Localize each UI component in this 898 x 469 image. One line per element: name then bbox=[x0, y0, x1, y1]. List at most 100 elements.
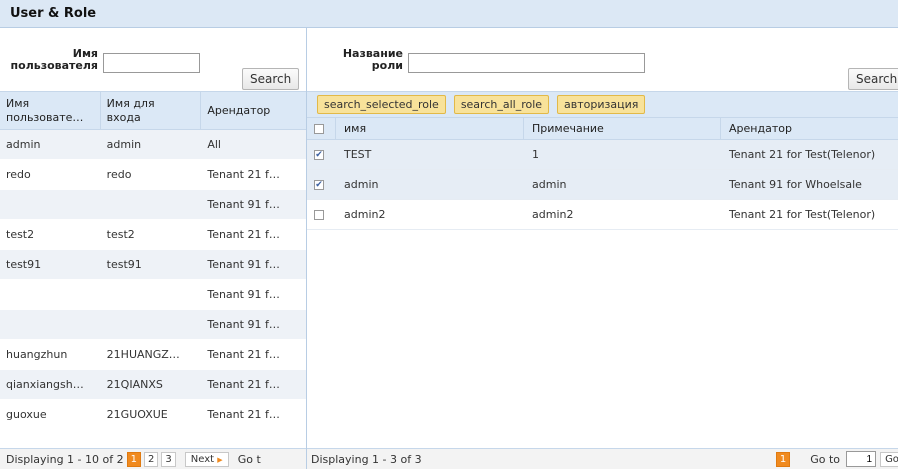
cell-tenant: Tenant 21 f… bbox=[207, 228, 280, 241]
column-header-role-name[interactable]: имя bbox=[336, 118, 524, 139]
cell-role-name: admin2 bbox=[344, 208, 386, 221]
column-header-remark[interactable]: Примечание bbox=[524, 118, 721, 139]
role-pager-display: Displaying 1 - 3 of 3 bbox=[311, 452, 422, 466]
row-checkbox[interactable]: ✔ bbox=[314, 150, 324, 160]
cell-login: 21GUOXUE bbox=[106, 408, 168, 421]
cell-login: 21QIANXS bbox=[106, 378, 163, 391]
cell-username bbox=[0, 310, 101, 339]
table-row[interactable]: test2 test2 Tenant 21 f… bbox=[0, 220, 306, 250]
cell-role-tenant: Tenant 21 for Test(Telenor) bbox=[729, 148, 876, 161]
table-row[interactable]: Tenant 91 f… bbox=[0, 190, 306, 220]
role-toolbar: search_selected_role search_all_role авт… bbox=[307, 92, 898, 118]
cell-role-name: admin bbox=[344, 178, 379, 191]
user-pager: Displaying 1 - 10 of 2 123 Next ▶ Go t bbox=[0, 448, 306, 469]
row-checkbox[interactable] bbox=[314, 210, 324, 220]
row-checkbox-cell: ✔ bbox=[307, 170, 336, 199]
column-header-username[interactable]: Имя пользовате… bbox=[0, 92, 101, 129]
cell-username: qianxiangsh… bbox=[6, 378, 84, 391]
role-table-header: имя Примечание Арендатор bbox=[307, 118, 898, 140]
user-table-header: Имя пользовате… Имя для входа Арендатор bbox=[0, 92, 306, 130]
goto-page-input[interactable] bbox=[846, 451, 876, 467]
role-name-input[interactable] bbox=[408, 53, 645, 73]
role-filter-bar: Название роли Search bbox=[307, 28, 898, 92]
window-title: User & Role bbox=[0, 0, 898, 28]
cell-username: guoxue bbox=[6, 408, 47, 421]
next-page-button[interactable]: Next ▶ bbox=[184, 451, 229, 467]
cell-username bbox=[0, 190, 101, 219]
table-row[interactable]: redo redo Tenant 21 f… bbox=[0, 160, 306, 190]
user-search-button[interactable]: Search bbox=[242, 68, 300, 90]
search-selected-role-button[interactable]: search_selected_role bbox=[317, 95, 446, 114]
role-pager: Displaying 1 - 3 of 3 1 Go to Go bbox=[307, 448, 898, 469]
user-panel: Имя пользователя Search Имя пользовате… … bbox=[0, 28, 307, 469]
table-row[interactable]: huangzhun 21HUANGZ… Tenant 21 f… bbox=[0, 340, 306, 370]
cell-tenant: Tenant 21 f… bbox=[207, 348, 280, 361]
page-button[interactable]: 3 bbox=[161, 451, 176, 467]
user-name-input[interactable] bbox=[103, 53, 200, 73]
cell-tenant: Tenant 91 f… bbox=[207, 318, 280, 331]
role-name-label: Название роли bbox=[342, 47, 403, 72]
cell-username: huangzhun bbox=[6, 348, 68, 361]
search-all-role-button[interactable]: search_all_role bbox=[453, 95, 550, 114]
cell-username: redo bbox=[6, 168, 31, 181]
arrow-right-icon: ▶ bbox=[217, 455, 223, 464]
cell-tenant: Tenant 91 f… bbox=[207, 288, 280, 301]
role-table-body: ✔ TEST 1 Tenant 21 for Test(Telenor) ✔ admin a… bbox=[307, 140, 898, 230]
user-table-body: admin admin All redo redo Tenant 21 f… Tenant … bbox=[0, 130, 306, 430]
table-row[interactable]: ✔ admin admin Tenant 91 for Whoelsale bbox=[307, 170, 898, 200]
table-row[interactable]: guoxue 21GUOXUE Tenant 21 f… bbox=[0, 400, 306, 430]
cell-role-tenant: Tenant 21 for Test(Telenor) bbox=[729, 208, 876, 221]
row-checkbox-cell bbox=[307, 200, 336, 229]
role-search-button[interactable]: Search bbox=[848, 68, 898, 90]
cell-tenant: Tenant 21 f… bbox=[207, 378, 280, 391]
cell-tenant: Tenant 21 f… bbox=[207, 168, 280, 181]
user-filter-bar: Имя пользователя Search bbox=[0, 28, 306, 92]
table-row[interactable]: admin2 admin2 Tenant 21 for Test(Telenor) bbox=[307, 200, 898, 230]
cell-role-tenant: Tenant 91 for Whoelsale bbox=[729, 178, 862, 191]
cell-remark: admin bbox=[532, 178, 567, 191]
cell-remark: 1 bbox=[532, 148, 539, 161]
cell-username: test2 bbox=[6, 228, 35, 241]
column-header-login[interactable]: Имя для входа bbox=[101, 92, 202, 129]
role-page-button[interactable]: 1 bbox=[775, 451, 791, 467]
table-row[interactable]: ✔ TEST 1 Tenant 21 for Test(Telenor) bbox=[307, 140, 898, 170]
cell-login: admin bbox=[106, 138, 142, 151]
go-button[interactable]: Go bbox=[880, 451, 898, 467]
column-header-tenant[interactable]: Арендатор bbox=[201, 92, 306, 129]
cell-tenant: Tenant 91 f… bbox=[207, 198, 280, 211]
authorization-button[interactable]: авторизация bbox=[557, 95, 646, 114]
cell-login: 21HUANGZ… bbox=[106, 348, 180, 361]
cell-tenant: All bbox=[207, 138, 221, 151]
select-all-checkbox[interactable] bbox=[314, 124, 324, 134]
role-panel: Название роли Search search_selected_rol… bbox=[307, 28, 898, 469]
cell-tenant: Tenant 21 f… bbox=[207, 408, 280, 421]
cell-tenant: Tenant 91 f… bbox=[207, 258, 280, 271]
user-name-label: Имя пользователя bbox=[10, 47, 98, 72]
column-header-role-tenant[interactable]: Арендатор bbox=[721, 118, 898, 139]
row-checkbox[interactable]: ✔ bbox=[314, 180, 324, 190]
cell-login bbox=[101, 310, 202, 339]
user-pager-goto: Go t bbox=[237, 452, 261, 466]
page-button[interactable]: 2 bbox=[143, 451, 159, 467]
cell-username: admin bbox=[6, 138, 41, 151]
cell-role-name: TEST bbox=[344, 148, 372, 161]
cell-username: test91 bbox=[6, 258, 42, 271]
cell-login: test91 bbox=[106, 258, 142, 271]
user-page-buttons: 123 bbox=[124, 451, 176, 467]
cell-username bbox=[0, 280, 101, 309]
cell-remark: admin2 bbox=[532, 208, 574, 221]
table-row[interactable]: qianxiangsh… 21QIANXS Tenant 21 f… bbox=[0, 370, 306, 400]
select-all-cell bbox=[307, 118, 336, 139]
table-row[interactable]: admin admin All bbox=[0, 130, 306, 160]
cell-login bbox=[101, 280, 202, 309]
table-row[interactable]: Tenant 91 f… bbox=[0, 280, 306, 310]
table-row[interactable]: test91 test91 Tenant 91 f… bbox=[0, 250, 306, 280]
cell-login: redo bbox=[106, 168, 132, 181]
role-goto-label: Go to bbox=[810, 452, 840, 466]
cell-login: test2 bbox=[106, 228, 135, 241]
table-row[interactable]: Tenant 91 f… bbox=[0, 310, 306, 340]
page-button[interactable]: 1 bbox=[126, 451, 141, 467]
row-checkbox-cell: ✔ bbox=[307, 140, 336, 169]
cell-login bbox=[101, 190, 202, 219]
next-page-label: Next bbox=[190, 453, 215, 465]
